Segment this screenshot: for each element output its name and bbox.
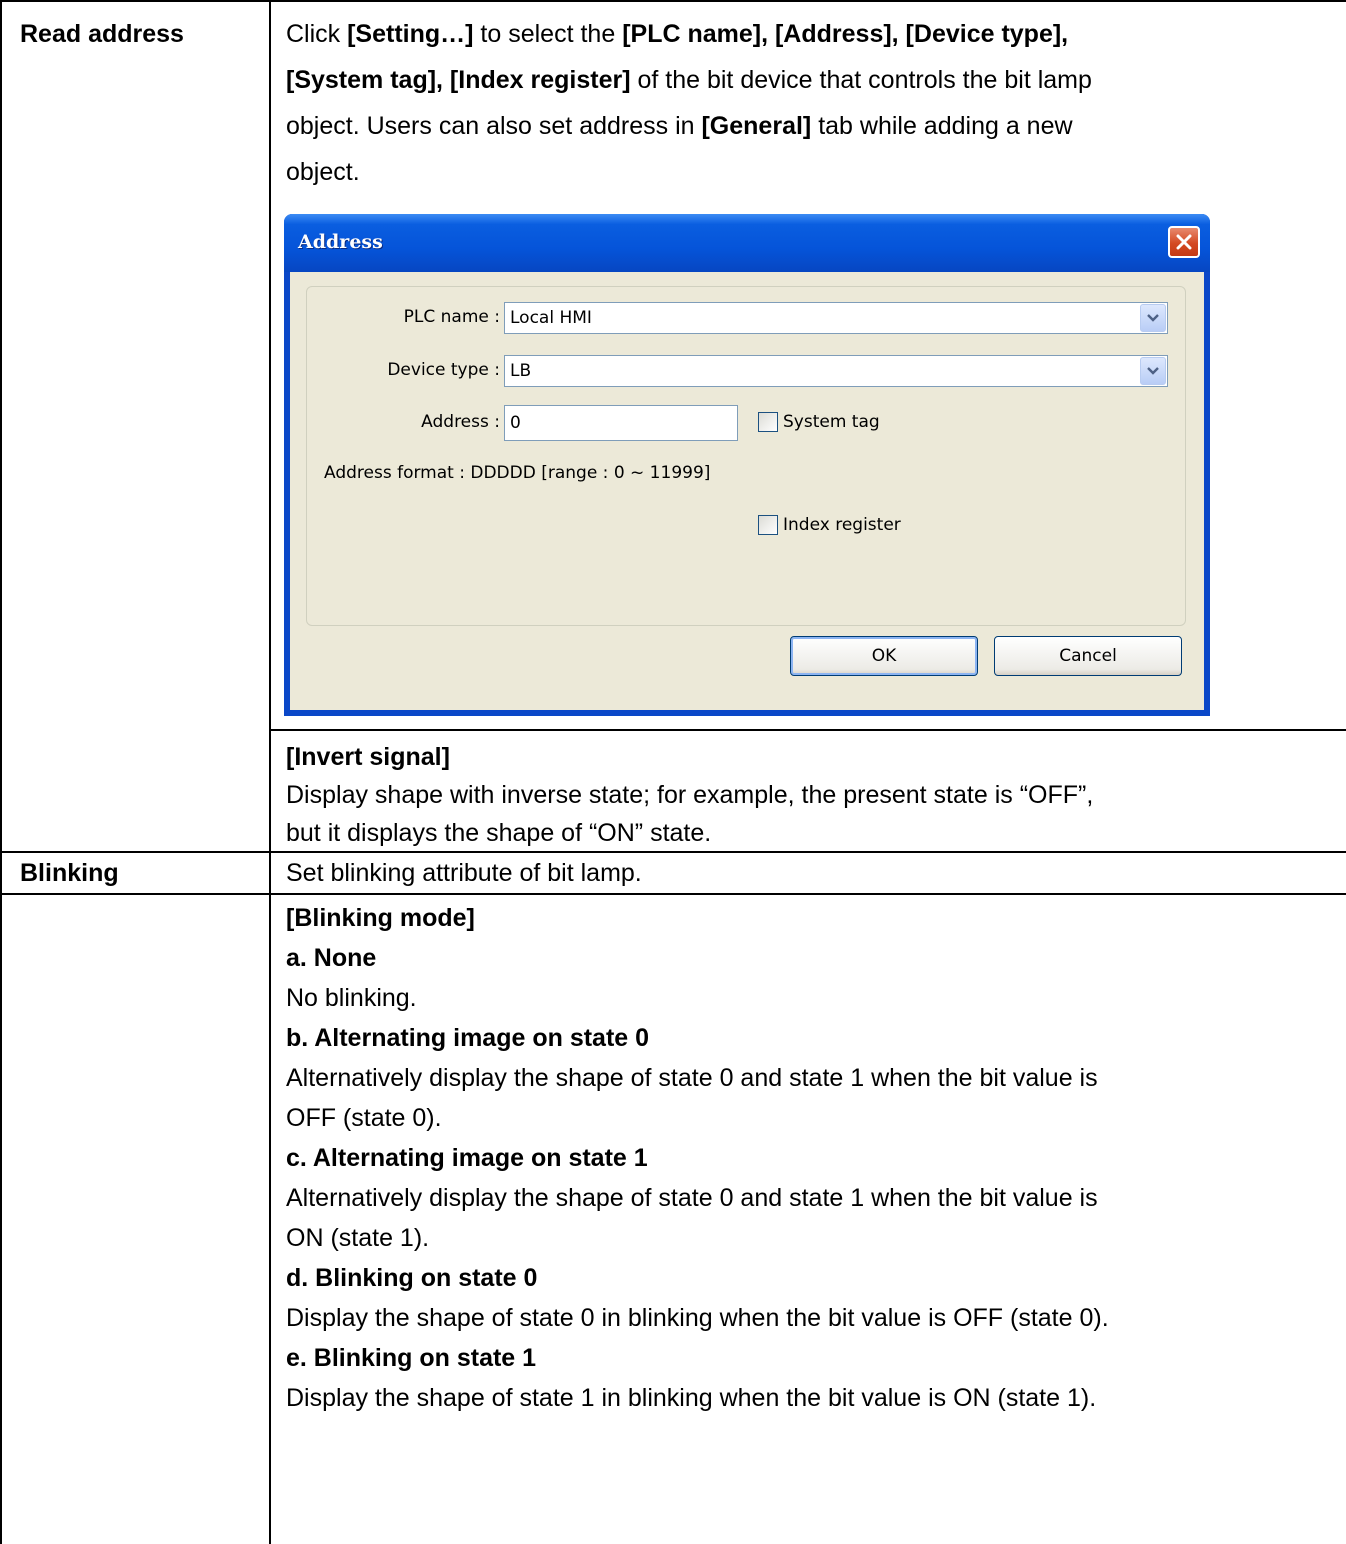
read-address-line-2: [System tag], [Index register] of the bi… <box>286 62 1092 98</box>
mode-d-title: d. Blinking on state 0 <box>286 1264 538 1292</box>
text-run: tab while adding a new <box>811 112 1073 140</box>
invert-signal-heading: [Invert signal] <box>286 743 450 771</box>
read-address-line-3: object. Users can also set address in [G… <box>286 108 1073 144</box>
row-divider-mode <box>0 893 1346 895</box>
address-value: 0 <box>510 413 521 433</box>
dialog-title: Address <box>298 231 383 253</box>
mode-c-desc-2: ON (state 1). <box>286 1224 430 1252</box>
read-address-line-4: object. <box>286 158 360 186</box>
address-groupbox <box>306 286 1186 626</box>
chevron-down-icon <box>1147 314 1159 322</box>
setting-ref: [Setting…] <box>347 20 474 48</box>
index-register-checkbox[interactable] <box>758 515 778 535</box>
device-type-select[interactable]: LB <box>504 355 1168 387</box>
mode-e-title: e. Blinking on state 1 <box>286 1344 537 1372</box>
index-register-label: Index register <box>783 515 901 535</box>
device-type-label: Device type : <box>387 360 500 380</box>
system-tag-label: System tag <box>783 412 880 432</box>
address-format-text: Address format : DDDDD [range : 0 ~ 1199… <box>324 463 711 483</box>
address-dialog: Address PLC name : Local HMI Device type… <box>284 214 1210 716</box>
mode-a-title: a. None <box>286 944 377 972</box>
general-tab-ref: [General] <box>701 112 812 140</box>
mode-a-desc: No blinking. <box>286 984 417 1012</box>
plc-name-label: PLC name : <box>403 307 500 327</box>
mode-b-desc-2: OFF (state 0). <box>286 1104 442 1132</box>
plc-name-select[interactable]: Local HMI <box>504 302 1168 334</box>
close-button[interactable] <box>1168 226 1200 258</box>
table-top-border <box>0 0 1346 2</box>
row-divider-blinking <box>0 851 1346 853</box>
table-column-divider <box>269 0 271 1544</box>
blinking-mode-heading: [Blinking mode] <box>286 904 475 932</box>
mode-b-title: b. Alternating image on state 0 <box>286 1024 650 1052</box>
mode-e-desc: Display the shape of state 1 in blinking… <box>286 1384 1097 1412</box>
system-tag-checkbox[interactable] <box>758 412 778 432</box>
plc-name-dropdown-button[interactable] <box>1140 304 1166 332</box>
mode-c-desc-1: Alternatively display the shape of state… <box>286 1184 1098 1212</box>
row-label-blinking: Blinking <box>20 859 119 887</box>
mode-c-title: c. Alternating image on state 1 <box>286 1144 648 1172</box>
blinking-description: Set blinking attribute of bit lamp. <box>286 859 642 887</box>
cancel-button[interactable]: Cancel <box>994 636 1182 676</box>
dialog-client-area: PLC name : Local HMI Device type : LB Ad… <box>290 272 1204 710</box>
device-type-value: LB <box>510 361 532 381</box>
field-refs: [PLC name], [Address], [Device type], <box>622 20 1069 48</box>
text-run: of the bit device that controls the bit … <box>630 66 1092 94</box>
ok-button[interactable]: OK <box>790 636 978 676</box>
read-address-line-1: Click [Setting…] to select the [PLC name… <box>286 16 1068 52</box>
text-run: Click <box>286 20 348 48</box>
field-refs: [System tag], [Index register] <box>286 66 631 94</box>
text-run: to select the <box>473 20 623 48</box>
address-input[interactable]: 0 <box>504 405 738 441</box>
row-divider-invert <box>269 729 1346 731</box>
mode-d-desc: Display the shape of state 0 in blinking… <box>286 1304 1109 1332</box>
invert-signal-line-1: Display shape with inverse state; for ex… <box>286 781 1094 809</box>
dialog-titlebar: Address <box>284 214 1210 272</box>
address-label: Address : <box>421 412 500 432</box>
chevron-down-icon <box>1147 367 1159 375</box>
close-icon <box>1176 234 1192 250</box>
mode-b-desc-1: Alternatively display the shape of state… <box>286 1064 1098 1092</box>
invert-signal-line-2: but it displays the shape of “ON” state. <box>286 819 712 847</box>
device-type-dropdown-button[interactable] <box>1140 357 1166 385</box>
row-label-read-address: Read address <box>20 20 184 48</box>
plc-name-value: Local HMI <box>510 308 592 328</box>
text-run: object. Users can also set address in <box>286 112 702 140</box>
table-left-border <box>0 0 2 1544</box>
